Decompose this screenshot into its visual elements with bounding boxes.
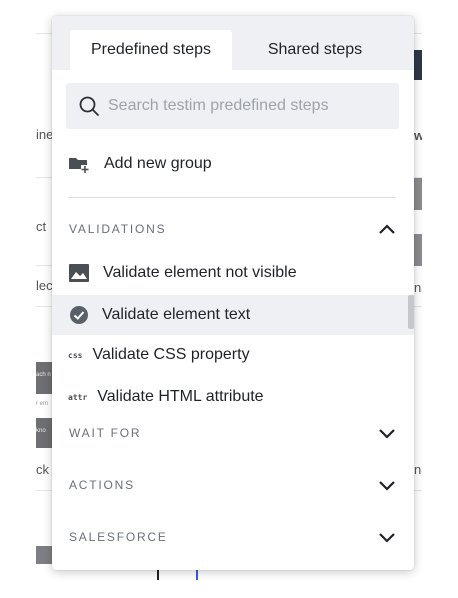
bg-text-fragment: ck — [36, 462, 49, 477]
folder-add-icon — [69, 158, 89, 173]
bg-text-fragment: na — [414, 462, 422, 477]
scrollbar-thumb[interactable] — [408, 295, 414, 329]
step-picker-popover: Predefined steps Shared steps Add new gr… — [52, 16, 414, 570]
divider — [68, 197, 396, 198]
bg-block — [414, 178, 422, 210]
bg-block — [36, 546, 52, 564]
chevron-down-icon — [379, 429, 395, 439]
chevron-up-icon — [379, 224, 395, 234]
section-label: SALESFORCE — [69, 530, 168, 544]
step-label: Validate element not visible — [103, 264, 297, 281]
tab-predefined-steps[interactable]: Predefined steps — [70, 30, 232, 70]
step-label: Validate CSS property — [92, 346, 250, 363]
step-validate-css-property[interactable]: css Validate CSS property — [52, 342, 414, 368]
bg-text-fragment: w — [414, 128, 422, 143]
css-icon: css — [68, 350, 83, 360]
add-new-group-label: Add new group — [104, 155, 212, 172]
step-validate-element-text[interactable]: Validate element text — [52, 295, 414, 335]
bg-thumbnail-caption: r em — [36, 401, 48, 407]
check-circle-icon — [70, 306, 88, 324]
section-label: WAIT FOR — [69, 426, 142, 440]
bg-text-fragment: ct — [36, 219, 47, 234]
search-icon — [79, 96, 99, 116]
bg-text-fragment: na — [414, 280, 422, 295]
chevron-down-icon — [379, 533, 395, 543]
step-validate-element-not-visible[interactable]: Validate element not visible — [52, 258, 414, 288]
section-actions[interactable]: ACTIONS — [52, 472, 414, 498]
tab-bar: Predefined steps Shared steps — [52, 16, 414, 70]
tab-shared-steps[interactable]: Shared steps — [240, 30, 390, 70]
step-label: Validate element text — [102, 306, 251, 323]
search-box[interactable] — [66, 83, 399, 129]
attr-icon: attr — [68, 392, 88, 402]
chevron-down-icon — [379, 481, 395, 491]
bg-block — [414, 234, 422, 266]
step-label: Validate HTML attribute — [97, 388, 264, 405]
section-label: VALIDATIONS — [69, 222, 167, 236]
bg-thumbnail: ach n — [36, 362, 52, 394]
image-icon — [69, 264, 89, 282]
search-input[interactable] — [108, 97, 388, 115]
step-validate-html-attribute[interactable]: attr Validate HTML attribute — [52, 384, 414, 410]
section-wait-for[interactable]: WAIT FOR — [52, 420, 414, 446]
add-new-group-button[interactable]: Add new group — [52, 152, 414, 176]
section-salesforce[interactable]: SALESFORCE — [52, 524, 414, 550]
bg-block — [414, 50, 422, 80]
section-label: ACTIONS — [69, 478, 135, 492]
bg-thumbnail: kno — [36, 418, 52, 448]
section-validations[interactable]: VALIDATIONS — [52, 216, 414, 242]
